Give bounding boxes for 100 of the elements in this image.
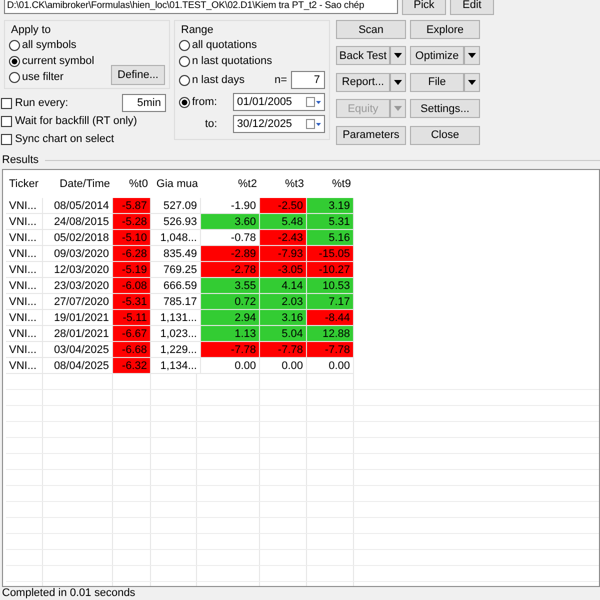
calendar-dropdown-icon[interactable] [306,118,322,130]
table-cell: -6.67 [113,326,151,342]
radio-button[interactable] [179,74,190,86]
status-text: Completed in 0.01 seconds [1,587,136,600]
radio-label[interactable]: n last quotations [192,55,272,67]
radio-label[interactable]: use filter [22,71,64,83]
table-cell: -2.43 [260,230,307,246]
dropdown-button[interactable] [390,72,406,92]
table-cell: 5.04 [260,326,307,342]
to-date-picker[interactable]: 30/12/2025 [233,115,325,133]
caret-icon [468,80,476,85]
table-cell: 3.55 [201,278,260,294]
caret-icon [394,106,402,112]
radio-label[interactable]: all symbols [22,39,76,51]
dropdown-button[interactable] [390,46,406,66]
n-field[interactable]: 7 [291,71,325,89]
table-cell: -7.78 [260,342,307,358]
table-cell: VNI... [6,342,43,358]
table-cell: 0.00 [201,358,260,374]
table-cell: VNI... [6,262,43,278]
radio-label[interactable]: all quotations [192,39,257,51]
table-cell: 5.16 [307,230,354,246]
from-date-picker[interactable]: 01/01/2005 [233,93,325,111]
table-cell: 2.03 [260,294,307,310]
action-button[interactable]: Parameters [336,126,406,145]
caret-icon [394,53,402,58]
table-cell: -5.10 [113,230,151,246]
action-button[interactable]: Scan [336,20,406,39]
table-cell: -3.05 [260,262,307,278]
action-button[interactable]: Back Test [336,46,390,66]
radio-button[interactable] [9,72,20,82]
action-button[interactable]: Report... [336,72,390,92]
radio-label[interactable]: current symbol [22,55,94,67]
table-cell: VNI... [6,198,43,214]
column-header[interactable]: Gia mua [151,178,201,190]
table-cell: -5.31 [113,294,151,310]
column-header[interactable]: %t3 [260,178,307,190]
results-title: Results [2,154,39,166]
table-cell: 1,134... [151,358,201,374]
table-cell: VNI... [6,246,43,262]
action-button[interactable]: Optimize [410,46,464,66]
table-cell: -5.28 [113,214,151,230]
dropdown-button[interactable] [464,46,480,66]
radio-label[interactable]: n last days [192,74,245,86]
table-cell: -15.05 [307,246,354,262]
radio-button[interactable] [179,56,190,66]
radio-label[interactable]: from: [192,96,218,108]
column-header[interactable]: %t0 [113,178,151,190]
to-label: to: [205,118,218,130]
table-cell: -2.89 [201,246,260,262]
table-cell: -6.68 [113,342,151,358]
option-checkbox[interactable]: Wait for backfill (RT only) [1,112,170,130]
caret-icon [394,80,402,85]
table-cell: -10.27 [307,262,354,278]
table-cell: -6.08 [113,278,151,294]
group-title: Range [181,24,214,37]
table-cell: -5.87 [113,198,151,214]
action-button[interactable]: File [410,72,464,92]
column-header[interactable]: %t2 [201,178,260,190]
action-button[interactable]: Close [410,126,480,145]
column-header[interactable]: Date/Time [43,178,113,190]
dropdown-button[interactable] [464,72,480,92]
option-checkbox[interactable]: Sync chart on select [1,130,170,148]
calendar-dropdown-icon[interactable] [306,96,322,108]
radio-button[interactable] [9,40,20,50]
path-button[interactable]: Pick [402,0,446,15]
table-cell: VNI... [6,230,43,246]
column-header[interactable]: %t9 [307,178,354,190]
table-cell: -7.93 [260,246,307,262]
table-cell: 7.17 [307,294,354,310]
column-header[interactable]: Ticker [6,178,43,190]
caret-icon [468,53,476,58]
radio-button[interactable] [179,40,190,50]
group-title: Apply to [11,24,52,37]
table-cell: -2.50 [260,198,307,214]
run-every-checkbox[interactable]: Run every: [1,94,68,112]
table-cell: 3.16 [260,310,307,326]
action-button[interactable]: Explore [410,20,480,39]
table-cell: -6.32 [113,358,151,374]
table-cell: VNI... [6,358,43,374]
table-cell: -7.78 [201,342,260,358]
table-cell: 12.88 [307,326,354,342]
table-cell: -5.19 [113,262,151,278]
table-cell: 2.94 [201,310,260,326]
table-cell: VNI... [6,310,43,326]
table-cell: VNI... [6,294,43,310]
radio-button[interactable] [179,96,190,108]
table-cell: 5.48 [260,214,307,230]
table-cell: 1,048... [151,230,201,246]
table-cell: -7.78 [307,342,354,358]
table-cell: -8.44 [307,310,354,326]
table-cell: 10.53 [307,278,354,294]
table-cell: 4.14 [260,278,307,294]
interval-field[interactable]: 5min [122,94,166,112]
radio-button[interactable] [9,56,20,66]
table-cell: 3.19 [307,198,354,214]
formula-path-field[interactable]: D:\01.CK\amibroker\Formulas\hien_loc\01.TEST_OK\02.D1\Kiem tra PT_t2 - Sao chép [4,0,398,14]
path-button[interactable]: Edit [450,0,494,15]
define-button[interactable]: Define... [111,65,165,85]
action-button[interactable]: Settings... [410,99,480,118]
